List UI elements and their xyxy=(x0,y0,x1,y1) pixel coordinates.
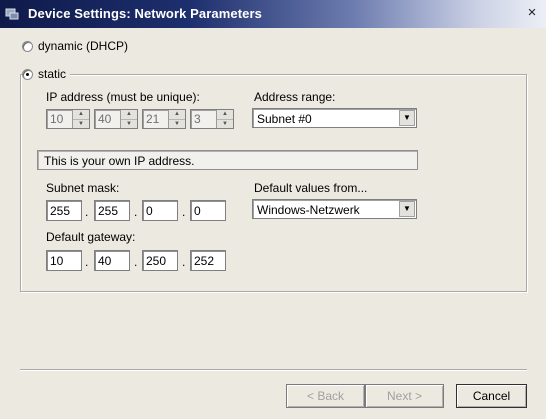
network-device-icon xyxy=(5,8,19,20)
spin-down-icon[interactable]: ▼ xyxy=(217,119,233,128)
spin-up-icon[interactable]: ▲ xyxy=(73,110,89,120)
ip-octet-2-spinner[interactable]: 40 ▲ ▼ xyxy=(94,109,138,129)
next-button[interactable]: Next > xyxy=(365,384,444,408)
spin-up-icon[interactable]: ▲ xyxy=(169,110,185,120)
address-range-value: Subnet #0 xyxy=(257,112,312,126)
address-range-label: Address range: xyxy=(254,90,336,104)
ip-octet-3-spin-buttons[interactable]: ▲ ▼ xyxy=(168,110,185,128)
subnet-octet-4-value: 0 xyxy=(194,204,201,218)
subnet-octet-2-value: 255 xyxy=(98,204,119,218)
ip-octet-1-spin-buttons[interactable]: ▲ ▼ xyxy=(72,110,89,128)
octet-separator: . xyxy=(182,255,186,269)
spin-up-icon[interactable]: ▲ xyxy=(217,110,233,120)
octet-separator: . xyxy=(85,205,89,219)
chevron-down-icon[interactable]: ▼ xyxy=(399,110,415,126)
ip-octet-2-spin-buttons[interactable]: ▲ ▼ xyxy=(120,110,137,128)
ip-octet-2-value: 40 xyxy=(98,112,112,126)
back-button[interactable]: < Back xyxy=(286,384,365,408)
subnet-octet-2-input[interactable]: 255 xyxy=(94,200,130,221)
close-button[interactable]: × xyxy=(524,5,540,21)
default-values-value: Windows-Netzwerk xyxy=(257,203,360,217)
default-values-dropdown[interactable]: Windows-Netzwerk ▼ xyxy=(252,199,417,219)
gateway-octet-1-input[interactable]: 10 xyxy=(46,250,82,271)
ip-octet-1-value: 10 xyxy=(50,112,64,126)
address-range-dropdown[interactable]: Subnet #0 ▼ xyxy=(252,108,417,128)
subnet-octet-3-input[interactable]: 0 xyxy=(142,200,178,221)
ip-address-label: IP address (must be unique): xyxy=(46,90,200,104)
device-settings-dialog: Device Settings: Network Parameters × dy… xyxy=(0,0,546,419)
ip-octet-4-value: 3 xyxy=(194,112,201,126)
chevron-down-icon[interactable]: ▼ xyxy=(399,201,415,217)
octet-separator: . xyxy=(134,255,138,269)
static-option[interactable]: static xyxy=(22,67,71,81)
octet-separator: . xyxy=(134,205,138,219)
ip-octet-1-spinner[interactable]: 10 ▲ ▼ xyxy=(46,109,90,129)
gateway-octet-4-input[interactable]: 252 xyxy=(190,250,226,271)
dynamic-dhcp-option[interactable]: dynamic (DHCP) xyxy=(22,39,128,53)
default-values-label: Default values from... xyxy=(254,181,368,195)
static-radio[interactable] xyxy=(22,68,33,80)
cancel-button[interactable]: Cancel xyxy=(456,384,527,408)
default-gateway-label: Default gateway: xyxy=(46,230,136,244)
subnet-octet-1-value: 255 xyxy=(50,204,71,218)
static-label: static xyxy=(38,67,67,81)
button-separator xyxy=(20,369,527,371)
gateway-octet-3-value: 250 xyxy=(146,254,167,268)
subnet-octet-4-input[interactable]: 0 xyxy=(190,200,226,221)
ip-info-text: This is your own IP address. xyxy=(44,154,195,168)
gateway-octet-2-input[interactable]: 40 xyxy=(94,250,130,271)
window-title: Device Settings: Network Parameters xyxy=(28,6,262,21)
ip-octet-3-value: 21 xyxy=(146,112,160,126)
ip-octet-3-spinner[interactable]: 21 ▲ ▼ xyxy=(142,109,186,129)
close-icon: × xyxy=(527,4,537,21)
ip-octet-4-spin-buttons[interactable]: ▲ ▼ xyxy=(216,110,233,128)
dynamic-radio[interactable] xyxy=(22,40,33,52)
spin-down-icon[interactable]: ▼ xyxy=(73,119,89,128)
gateway-octet-2-value: 40 xyxy=(98,254,112,268)
octet-separator: . xyxy=(85,255,89,269)
subnet-mask-label: Subnet mask: xyxy=(46,181,120,195)
dynamic-label: dynamic (DHCP) xyxy=(38,39,129,53)
spin-up-icon[interactable]: ▲ xyxy=(121,110,137,120)
spin-down-icon[interactable]: ▼ xyxy=(121,119,137,128)
title-bar[interactable]: Device Settings: Network Parameters × xyxy=(0,0,546,28)
ip-octet-4-spinner[interactable]: 3 ▲ ▼ xyxy=(190,109,234,129)
ip-info-box: This is your own IP address. xyxy=(37,150,418,170)
gateway-octet-3-input[interactable]: 250 xyxy=(142,250,178,271)
gateway-octet-4-value: 252 xyxy=(194,254,215,268)
octet-separator: . xyxy=(182,205,186,219)
subnet-octet-3-value: 0 xyxy=(146,204,153,218)
gateway-octet-1-value: 10 xyxy=(50,254,64,268)
subnet-octet-1-input[interactable]: 255 xyxy=(46,200,82,221)
spin-down-icon[interactable]: ▼ xyxy=(169,119,185,128)
